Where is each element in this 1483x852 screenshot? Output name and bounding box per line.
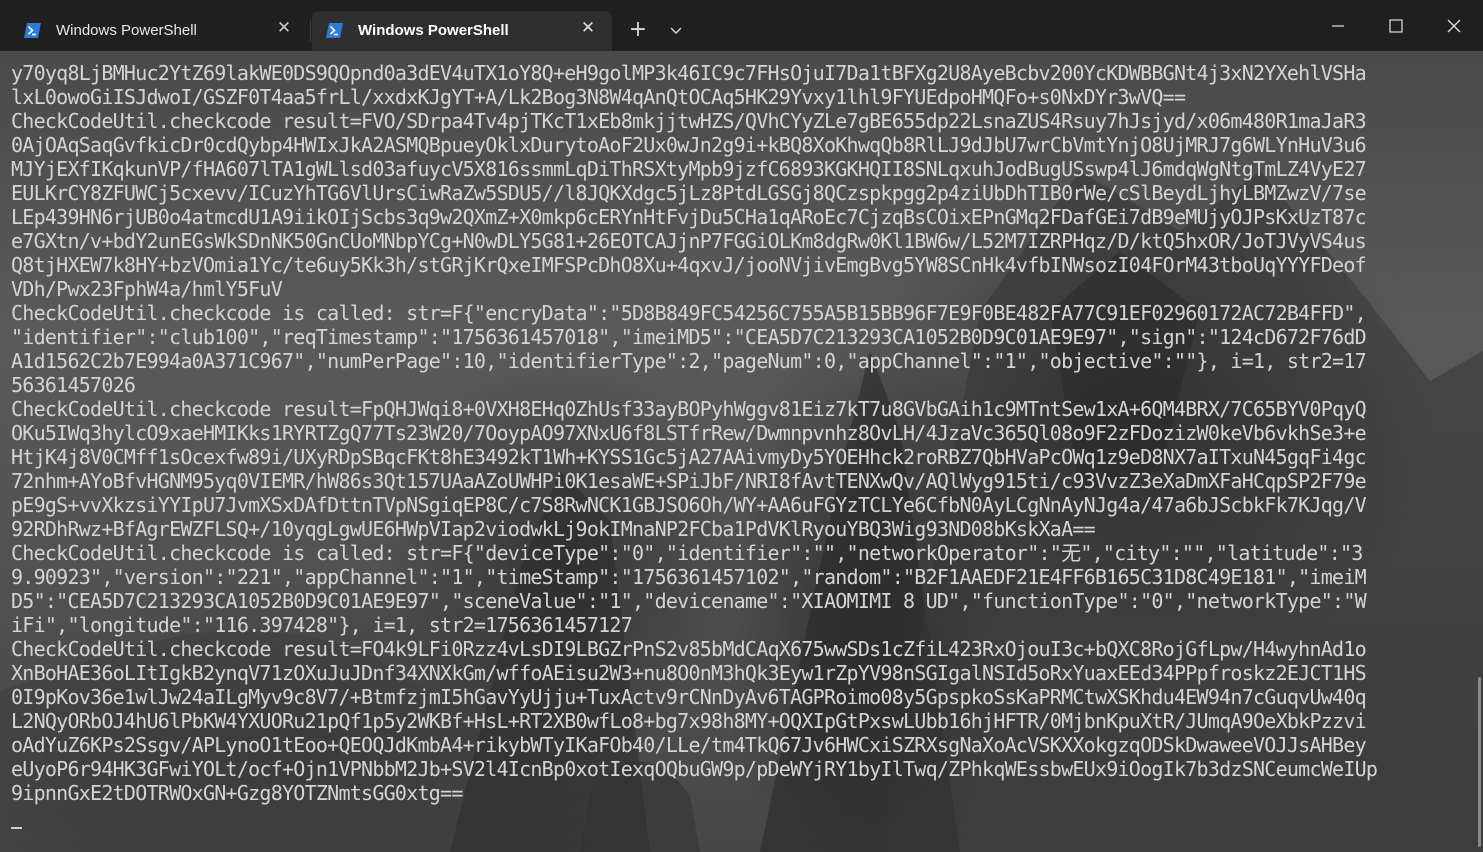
terminal-line: "identifier":"club100","reqTimestamp":"1… [11,325,1367,349]
maximize-icon [1389,18,1403,33]
terminal-line: iFi","longitude":"116.397428"}, i=1, str… [11,613,633,637]
terminal-line: CheckCodeUtil.checkcode is called: str=F… [11,301,1367,325]
terminal-window: Windows PowerShell ✕ Windows PowerShell … [0,0,1483,852]
terminal-line: XnBoHAE36oLItIgkB2ynqV71zOXuJuJDnf34XNXk… [11,661,1367,685]
terminal-line: 92RDhRwz+BfAgrEWZFLSQ+/10yqgLgwUE6HWpVIa… [11,517,1096,541]
tab-powershell-1[interactable]: Windows PowerShell ✕ [10,11,308,51]
terminal-line: OKu5IWq3hylcO9xaeHMIKks1RYRTZgQ77Ts23W20… [11,421,1367,445]
terminal-line: Q8tjHXEW7k8HY+bzVOmia1Yc/te6uy5Kk3h/stGR… [11,253,1367,277]
terminal-line: 0AjOAqSaqGvfkicDr0cdQybp4HWIxJkA2ASMQBpu… [11,133,1367,157]
powershell-icon [326,23,343,38]
close-window-button[interactable] [1425,0,1483,51]
terminal-line: eUyoP6r94HK3GFwiYOLt/ocf+Ojn1VPNbbM2Jb+S… [11,757,1378,781]
terminal-line: CheckCodeUtil.checkcode is called: str=F… [11,541,1363,565]
terminal-line: 9.90923","version":"221","appChannel":"1… [11,565,1367,589]
tab-title: Windows PowerShell [358,22,509,39]
close-tab-icon[interactable]: ✕ [580,20,596,37]
tab-separator [310,20,311,42]
terminal-line: L2NQyORbOJ4hU6lPbKW4YXUORu21pQf1p5y2WKBf… [11,709,1367,733]
terminal-line: e7GXtn/v+bdY2unEGsWkSDnNK50GnCUoMNbpYCg+… [11,229,1367,253]
terminal-line: CheckCodeUtil.checkcode result=FVO/SDrpa… [11,109,1367,133]
terminal-line: pE9gS+vvXkzsiYYIpU7JvmXSxDAfDttnTVpNSgiq… [11,493,1367,517]
close-tab-icon[interactable]: ✕ [276,20,292,37]
minimize-icon [1332,24,1344,27]
terminal-line: HtjK4j8V0CMff1sOcexfw89i/UXyRDpSBqcFKt8h… [11,445,1367,469]
terminal-text: y70yq8LjBMHuc2YtZ69lakWE0DS9QOpnd0a3dEV4… [11,61,1456,805]
powershell-icon [24,23,41,38]
terminal-line: A1d1562C2b7E994a0A371C967","numPerPage":… [11,349,1367,373]
tab-title: Windows PowerShell [56,22,197,39]
terminal-line: 9ipnnGxE2tDOTRWOxGN+Gzg8YOTZNmtsGG0xtg== [11,781,463,805]
terminal-line: CheckCodeUtil.checkcode result=FO4k9LFi0… [11,637,1367,661]
chevron-down-icon[interactable] [664,18,688,42]
terminal-line: CheckCodeUtil.checkcode result=FpQHJWqi8… [11,397,1367,421]
terminal-line: LEp439HN6rjUB0o4atmcdU1A9iikOIjScbs3q9w2… [11,205,1367,229]
terminal-line: 72nhm+AYoBfvHGNM95yq0VIEMR/hW86s3Qt157UA… [11,469,1367,493]
scrollbar-thumb[interactable] [1478,677,1481,847]
maximize-button[interactable] [1367,0,1425,51]
terminal-line: D5":"CEA5D7C213293CA1052B0D9C01AE9E97","… [11,589,1367,613]
minimize-button[interactable] [1309,0,1367,51]
text-cursor [11,827,22,829]
terminal-line: VDh/Pwx23FphW4a/hmlY5FuV [11,277,283,301]
terminal-line: MJYjEXfIKqkunVP/fHA607lTA1gWLlsd03afuycV… [11,157,1367,181]
close-icon [1447,19,1461,32]
new-tab-button[interactable]: + [624,16,652,44]
terminal-line: lxL0owoGiISJdwoI/GSZF0T4aa5frLl/xxdxKJgY… [11,85,1186,109]
terminal-line: y70yq8LjBMHuc2YtZ69lakWE0DS9QOpnd0a3dEV4… [11,61,1367,85]
title-bar[interactable]: Windows PowerShell ✕ Windows PowerShell … [0,0,1483,51]
terminal-output-area[interactable]: y70yq8LjBMHuc2YtZ69lakWE0DS9QOpnd0a3dEV4… [0,51,1483,852]
terminal-line: EULKrCY8ZFUWCj5cxevv/ICuzYhTG6VlUrsCiwRa… [11,181,1367,205]
tab-powershell-2[interactable]: Windows PowerShell ✕ [312,11,612,51]
terminal-line: oAdYuZ6KPs2Ssgv/APLynoO1tEoo+QEOQJdKmbA4… [11,733,1367,757]
terminal-line: 0I9pKov36e1wlJw24aILgMyv9c8V7/+BtmfzjmI5… [11,685,1367,709]
terminal-line: 56361457026 [11,373,136,397]
